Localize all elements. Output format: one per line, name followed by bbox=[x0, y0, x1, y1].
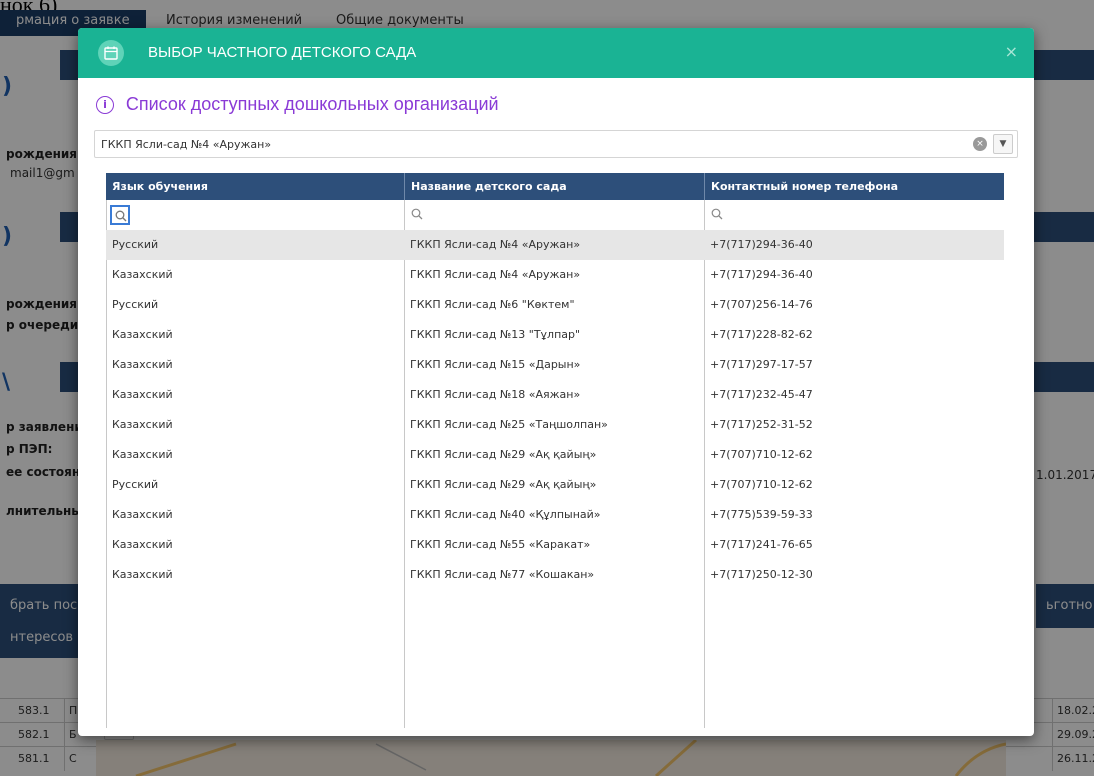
cell-kindergarten-name: ГККП Ясли-сад №4 «Аружан» bbox=[410, 268, 581, 281]
table-row[interactable]: Казахский ГККП Ясли-сад №55 «Каракат» +7(7… bbox=[106, 530, 1004, 560]
cell-language: Казахский bbox=[112, 328, 173, 341]
cell-language: Русский bbox=[112, 298, 159, 311]
filter-row bbox=[106, 200, 1004, 230]
column-header-language[interactable]: Язык обучения bbox=[106, 173, 404, 200]
table-row[interactable]: Русский ГККП Ясли-сад №4 «Аружан» +7(717)2… bbox=[106, 230, 1004, 260]
select-value: ГККП Ясли-сад №4 «Аружан» bbox=[101, 138, 272, 151]
table-row[interactable]: Русский ГККП Ясли-сад №29 «Ақ қайың» +7(70… bbox=[106, 470, 1004, 500]
table-row[interactable]: Казахский ГККП Ясли-сад №77 «Кошакан» +7(7… bbox=[106, 560, 1004, 590]
cell-phone: +7(717)294-36-40 bbox=[710, 238, 813, 251]
cell-kindergarten-name: ГККП Ясли-сад №15 «Дарын» bbox=[410, 358, 581, 371]
cell-phone: +7(717)297-17-57 bbox=[710, 358, 813, 371]
cell-phone: +7(717)294-36-40 bbox=[710, 268, 813, 281]
phone-filter[interactable] bbox=[704, 200, 1004, 230]
close-icon[interactable]: × bbox=[1005, 42, 1018, 61]
list-title-row: i Список доступных дошкольных организаци… bbox=[96, 94, 499, 118]
table-row[interactable]: Казахский ГККП Ясли-сад №25 «Таңшолпан» +7… bbox=[106, 410, 1004, 440]
cell-kindergarten-name: ГККП Ясли-сад №29 «Ақ қайың» bbox=[410, 478, 597, 491]
grid-header: Язык обучения Название детского сада Кон… bbox=[106, 173, 1004, 200]
search-icon[interactable] bbox=[708, 205, 728, 225]
cell-language: Казахский bbox=[112, 268, 173, 281]
cell-language: Русский bbox=[112, 238, 159, 251]
kindergarten-select-modal: ВЫБОР ЧАСТНОГО ДЕТСКОГО САДА × i Список … bbox=[78, 28, 1034, 736]
cell-phone: +7(717)232-45-47 bbox=[710, 388, 813, 401]
cell-kindergarten-name: ГККП Ясли-сад №4 «Аружан» bbox=[410, 238, 581, 251]
cell-kindergarten-name: ГККП Ясли-сад №55 «Каракат» bbox=[410, 538, 591, 551]
table-row[interactable]: Русский ГККП Ясли-сад №6 "Көктем" +7(707)2… bbox=[106, 290, 1004, 320]
cell-kindergarten-name: ГККП Ясли-сад №18 «Аяжан» bbox=[410, 388, 581, 401]
column-header-name[interactable]: Название детского сада bbox=[404, 173, 704, 200]
info-icon: i bbox=[96, 95, 114, 114]
calendar-icon bbox=[98, 40, 124, 66]
cell-language: Казахский bbox=[112, 538, 173, 551]
table-row[interactable]: Казахский ГККП Ясли-сад №29 «Ақ қайың» +7(… bbox=[106, 440, 1004, 470]
cell-phone: +7(717)241-76-65 bbox=[710, 538, 813, 551]
name-filter[interactable] bbox=[404, 200, 704, 230]
list-title: Список доступных дошкольных организаций bbox=[125, 94, 499, 114]
cell-language: Казахский bbox=[112, 358, 173, 371]
cell-kindergarten-name: ГККП Ясли-сад №13 "Тұлпар" bbox=[410, 328, 581, 341]
cell-language: Казахский bbox=[112, 568, 173, 581]
column-header-phone[interactable]: Контактный номер телефона bbox=[704, 173, 1004, 200]
cell-language: Казахский bbox=[112, 448, 173, 461]
cell-phone: +7(707)710-12-62 bbox=[710, 448, 813, 461]
table-row[interactable]: Казахский ГККП Ясли-сад №13 "Тұлпар" +7(71… bbox=[106, 320, 1004, 350]
cell-phone: +7(707)710-12-62 bbox=[710, 478, 813, 491]
modal-title: ВЫБОР ЧАСТНОГО ДЕТСКОГО САДА bbox=[148, 44, 417, 61]
cell-phone: +7(717)252-31-52 bbox=[710, 418, 813, 431]
cell-kindergarten-name: ГККП Ясли-сад №25 «Таңшолпан» bbox=[410, 418, 608, 431]
table-row[interactable]: Казахский ГККП Ясли-сад №4 «Аружан» +7(717… bbox=[106, 260, 1004, 290]
table-row[interactable]: Казахский ГККП Ясли-сад №18 «Аяжан» +7(717… bbox=[106, 380, 1004, 410]
cell-language: Русский bbox=[112, 478, 159, 491]
modal-header: ВЫБОР ЧАСТНОГО ДЕТСКОГО САДА × bbox=[78, 28, 1034, 78]
cell-kindergarten-name: ГККП Ясли-сад №29 «Ақ қайың» bbox=[410, 448, 597, 461]
cell-language: Казахский bbox=[112, 388, 173, 401]
cell-kindergarten-name: ГККП Ясли-сад №6 "Көктем" bbox=[410, 298, 575, 311]
cell-phone: +7(707)256-14-76 bbox=[710, 298, 813, 311]
cell-phone: +7(775)539-59-33 bbox=[710, 508, 813, 521]
language-filter[interactable] bbox=[106, 200, 404, 230]
kindergarten-grid: Язык обучения Название детского сада Кон… bbox=[106, 173, 1004, 728]
cell-phone: +7(717)250-12-30 bbox=[710, 568, 813, 581]
table-row[interactable]: Казахский ГККП Ясли-сад №40 «Құлпынай» +7(… bbox=[106, 500, 1004, 530]
clear-icon[interactable]: × bbox=[973, 137, 987, 151]
cell-language: Казахский bbox=[112, 508, 173, 521]
cell-kindergarten-name: ГККП Ясли-сад №40 «Құлпынай» bbox=[410, 508, 601, 521]
table-row[interactable]: Казахский ГККП Ясли-сад №15 «Дарын» +7(717… bbox=[106, 350, 1004, 380]
cell-language: Казахский bbox=[112, 418, 173, 431]
kindergarten-select[interactable]: ГККП Ясли-сад №4 «Аружан» × ▼ bbox=[94, 130, 1018, 158]
cell-phone: +7(717)228-82-62 bbox=[710, 328, 813, 341]
chevron-down-icon[interactable]: ▼ bbox=[993, 134, 1013, 154]
cell-kindergarten-name: ГККП Ясли-сад №77 «Кошакан» bbox=[410, 568, 595, 581]
search-icon[interactable] bbox=[408, 205, 428, 225]
search-icon[interactable] bbox=[110, 205, 130, 225]
